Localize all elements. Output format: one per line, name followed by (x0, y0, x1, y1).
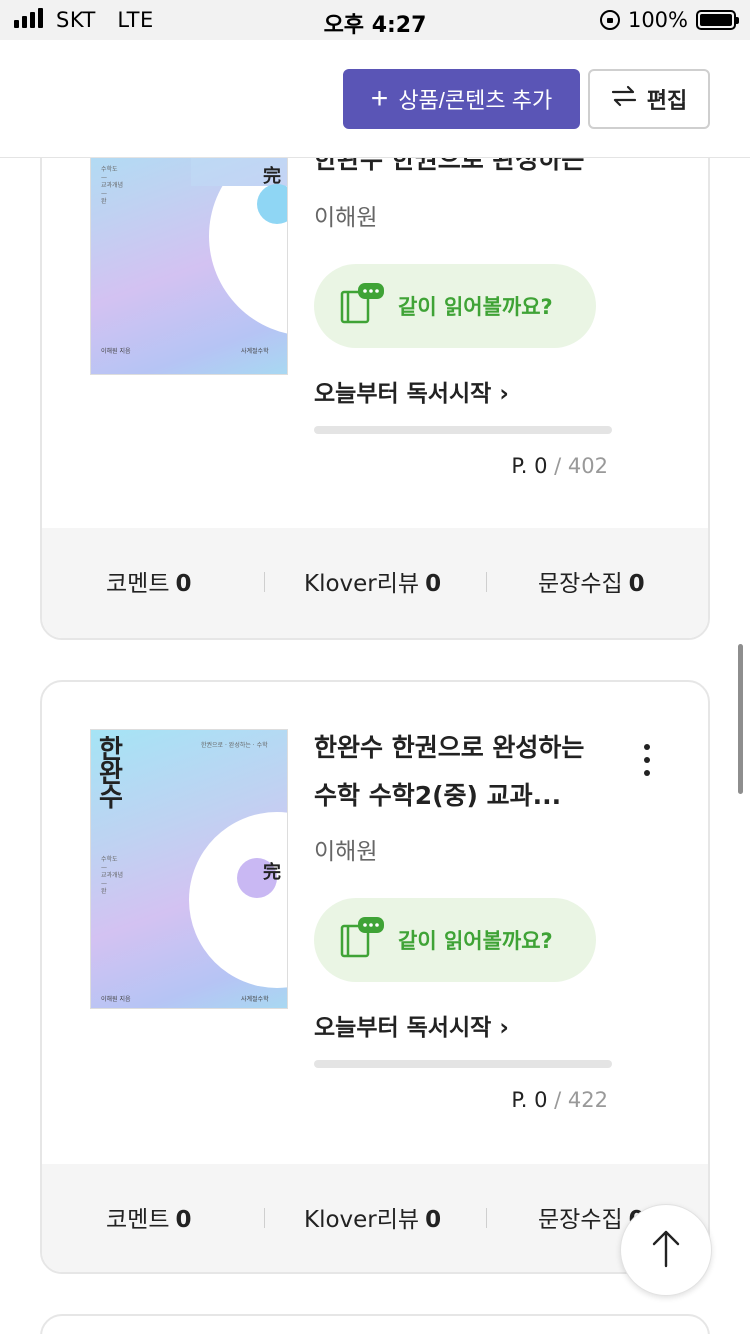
review-label: Klover리뷰 (304, 1207, 420, 1233)
status-bar: SKT LTE 오후 4:27 100% (0, 0, 750, 40)
book-author: 이해원 (314, 839, 378, 865)
quote-count: 0 (628, 571, 645, 597)
book-author: 이해원 (314, 205, 378, 231)
read-together-label: 같이 읽어볼까요? (398, 295, 553, 319)
review-link[interactable]: Klover리뷰 0 (304, 564, 441, 598)
cover-hanja: 完 (263, 862, 281, 883)
comment-link[interactable]: 코멘트 0 (106, 1200, 192, 1234)
comment-count: 0 (175, 1207, 192, 1233)
edit-label: 편집 (646, 88, 688, 113)
start-reading-link[interactable]: 오늘부터 독서시작 › (314, 374, 509, 408)
review-count: 0 (425, 571, 442, 597)
quote-label: 문장수집 (538, 1207, 623, 1233)
book-card: 한완수 完 한권으로 · 완성하는 · 수학 수학도 — 교과개념 — 완 이해원 지음… (40, 680, 710, 1274)
comment-label: 코멘트 (106, 1207, 170, 1233)
orientation-lock-icon (599, 10, 620, 30)
book-chat-icon (340, 916, 386, 964)
read-together-button[interactable]: 같이 읽어볼까요? (314, 264, 596, 348)
current-page: 0 (534, 1088, 548, 1112)
read-together-label: 같이 읽어볼까요? (398, 929, 553, 953)
scroll-to-top-button[interactable] (620, 1204, 712, 1296)
more-options-icon[interactable] (642, 744, 652, 784)
add-content-button[interactable]: + 상품/콘텐츠 추가 (343, 69, 580, 129)
add-content-label: 상품/콘텐츠 추가 (398, 88, 553, 113)
page-prefix: P. (511, 454, 528, 478)
page-count: P. 0 / 422 (511, 1088, 608, 1112)
swap-arrows-icon (611, 84, 637, 114)
start-reading-label: 오늘부터 독서시작 (314, 1015, 492, 1041)
comment-link[interactable]: 코멘트 0 (106, 564, 192, 598)
quote-link[interactable]: 문장수집0 (538, 564, 645, 598)
comment-count: 0 (175, 571, 192, 597)
toolbar: + 상품/콘텐츠 추가 편집 (0, 40, 750, 158)
book-card (40, 1314, 710, 1334)
review-label: Klover리뷰 (304, 571, 420, 597)
review-link[interactable]: Klover리뷰 0 (304, 1200, 441, 1234)
comment-label: 코멘트 (106, 571, 170, 597)
plus-icon: + (370, 82, 389, 115)
page-separator: / (554, 1088, 562, 1112)
read-together-button[interactable]: 같이 읽어볼까요? (314, 898, 596, 982)
reading-progress-bar (314, 1060, 612, 1068)
book-cover[interactable]: 한완수 完 한권으로 · 완성하는 · 수학 수학도 — 교과개념 — 완 이해원 지음… (90, 729, 288, 1009)
card-footer: 코멘트0 Klover리뷰0 문장수집0 (42, 1164, 708, 1272)
battery-icon (696, 10, 739, 30)
edit-button[interactable]: 편집 (588, 69, 710, 129)
total-pages: 402 (567, 454, 608, 478)
arrow-up-icon (650, 1228, 682, 1272)
card-footer: 코멘트0 Klover리뷰0 문장수집0 (42, 528, 708, 638)
start-reading-label: 오늘부터 독서시작 (314, 381, 492, 407)
battery-percent: 100% (627, 8, 688, 32)
chevron-right-icon: › (499, 381, 509, 407)
cover-title: 한완수 (99, 735, 123, 813)
review-count: 0 (425, 1207, 442, 1233)
quote-label: 문장수집 (538, 571, 623, 597)
page-count: P. 0 / 402 (511, 454, 608, 478)
book-title[interactable]: 한완수 한권으로 완성하는 수학 수학2(중) 교과... (314, 724, 614, 820)
book-chat-icon (340, 282, 386, 330)
page-separator: / (554, 454, 562, 478)
page-prefix: P. (511, 1088, 528, 1112)
chevron-right-icon: › (499, 1015, 509, 1041)
total-pages: 422 (567, 1088, 608, 1112)
scrollbar[interactable] (738, 644, 743, 794)
start-reading-link[interactable]: 오늘부터 독서시작 › (314, 1008, 509, 1042)
reading-progress-bar (314, 426, 612, 434)
current-page: 0 (534, 454, 548, 478)
